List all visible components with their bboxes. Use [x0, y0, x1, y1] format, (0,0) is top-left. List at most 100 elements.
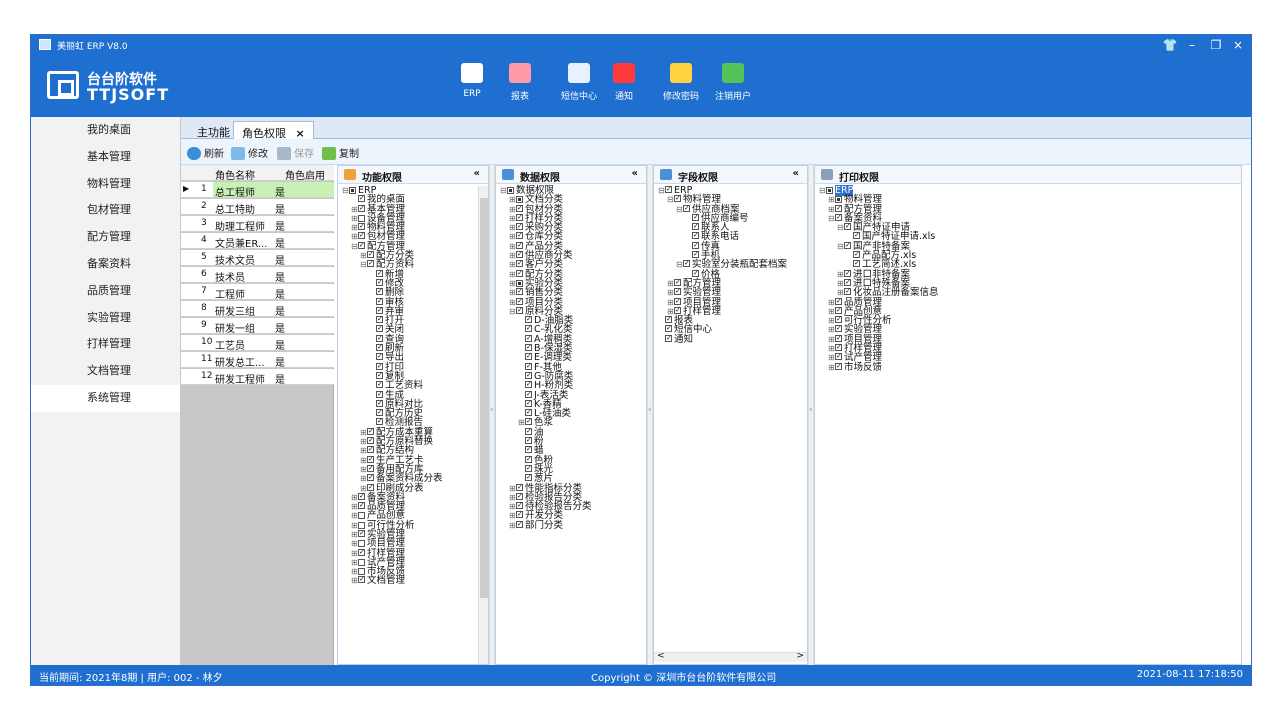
checkbox[interactable] [367, 474, 374, 482]
expand-node-icon[interactable]: ⊞ [351, 493, 358, 502]
role-enabled-cell[interactable]: 是 [275, 320, 285, 335]
expand-node-icon[interactable]: ⊞ [351, 549, 358, 558]
checkbox[interactable] [692, 269, 699, 277]
checkbox[interactable] [376, 418, 383, 426]
checkbox[interactable] [525, 437, 532, 445]
expand-node-icon[interactable]: ⊞ [351, 502, 358, 511]
checkbox[interactable] [516, 204, 523, 212]
refresh-button[interactable]: 刷新 [187, 145, 224, 160]
expand-node-icon[interactable]: ⊞ [351, 223, 358, 232]
checkbox[interactable] [665, 316, 672, 324]
sidebar-item[interactable]: 包材管理 [31, 197, 180, 224]
expand-node-icon[interactable]: ⊞ [509, 298, 516, 307]
tree-node[interactable]: 通知 [658, 335, 787, 344]
sidebar-item[interactable]: 打样管理 [31, 331, 180, 358]
tree-node[interactable]: ⊞市场反馈 [819, 362, 939, 372]
checkbox[interactable] [358, 502, 365, 510]
checkbox[interactable] [525, 409, 532, 417]
checkbox[interactable] [835, 196, 842, 204]
checkbox[interactable] [367, 446, 374, 454]
checkbox[interactable] [516, 213, 523, 221]
expand-node-icon[interactable]: ⊞ [509, 279, 516, 288]
checkbox[interactable] [683, 260, 690, 268]
table-row[interactable]: 3 助理工程师是 [181, 216, 334, 233]
tree-node[interactable]: ⊞部门分类 [500, 520, 592, 530]
sidebar-item[interactable]: 配方管理 [31, 224, 180, 251]
collapse-node-icon[interactable]: ⊟ [342, 186, 349, 195]
table-row[interactable]: 9 研发一组 是 [181, 318, 334, 335]
expand-node-icon[interactable]: ⊞ [828, 325, 835, 334]
checkbox[interactable] [516, 260, 523, 268]
collapse-node-icon[interactable]: ⊟ [837, 242, 844, 251]
checkbox[interactable] [516, 306, 523, 314]
checkbox[interactable] [835, 213, 842, 221]
checkbox[interactable] [358, 512, 365, 520]
sidebar-item[interactable]: 基本管理 [31, 144, 180, 171]
checkbox[interactable] [835, 316, 842, 324]
checkbox[interactable] [826, 187, 833, 194]
role-enabled-cell[interactable]: 是 [275, 269, 285, 284]
checkbox[interactable] [516, 297, 523, 305]
checkbox[interactable] [516, 223, 523, 231]
checkbox[interactable] [376, 269, 383, 277]
expand-node-icon[interactable]: ⊞ [509, 214, 516, 223]
header-role-name[interactable]: 角色名称 [215, 167, 255, 182]
expand-node-icon[interactable]: ⊞ [828, 298, 835, 307]
table-row[interactable]: ▶ 1 总工程师 是 [181, 182, 334, 199]
checkbox[interactable] [835, 204, 842, 212]
role-name-cell[interactable]: 技术员 [215, 269, 245, 284]
horizontal-scrollbar[interactable]: < > [654, 651, 807, 662]
collapse-icon[interactable]: « [793, 168, 799, 179]
checkbox[interactable] [525, 455, 532, 463]
role-name-cell[interactable]: 研发总工... [215, 354, 265, 369]
checkbox[interactable] [674, 297, 681, 305]
expand-node-icon[interactable]: ⊞ [518, 418, 525, 427]
expand-node-icon[interactable]: ⊞ [837, 270, 844, 279]
checkbox[interactable] [853, 260, 860, 268]
sidebar-item[interactable]: 系统管理 [31, 384, 180, 412]
expand-node-icon[interactable]: ⊞ [667, 298, 674, 307]
expand-node-icon[interactable]: ⊞ [351, 232, 358, 241]
tree-node[interactable]: 传真 [658, 242, 787, 251]
tree-node[interactable]: ⊞文档管理 [342, 576, 443, 586]
expand-node-icon[interactable]: ⊞ [509, 288, 516, 297]
checkbox[interactable] [376, 409, 383, 417]
checkbox[interactable] [835, 362, 842, 370]
tree-node[interactable]: 油 [500, 427, 592, 437]
expand-node-icon[interactable]: ⊞ [509, 260, 516, 269]
close-button[interactable]: × [1229, 37, 1247, 53]
checkbox[interactable] [358, 492, 365, 500]
collapse-node-icon[interactable]: ⊟ [658, 186, 665, 195]
checkbox[interactable] [367, 437, 374, 445]
expand-node-icon[interactable]: ⊞ [360, 428, 367, 437]
table-row[interactable]: 8 研发三组 是 [181, 301, 334, 318]
checkbox[interactable] [674, 288, 681, 296]
sidebar-item[interactable]: 备案资料 [31, 251, 180, 278]
tab-role-permission[interactable]: 角色权限 × [233, 121, 314, 140]
expand-node-icon[interactable]: ⊞ [828, 307, 835, 316]
expand-node-icon[interactable]: ⊞ [509, 195, 516, 204]
checkbox[interactable] [358, 241, 365, 249]
expand-node-icon[interactable]: ⊞ [351, 576, 358, 585]
role-name-cell[interactable]: 总工程师 [215, 184, 255, 199]
checkbox[interactable] [516, 492, 523, 500]
expand-node-icon[interactable]: ⊞ [360, 474, 367, 483]
expand-node-icon[interactable]: ⊞ [360, 465, 367, 474]
checkbox[interactable] [525, 427, 532, 435]
checkbox[interactable] [358, 558, 365, 566]
expand-node-icon[interactable]: ⊞ [360, 456, 367, 465]
expand-node-icon[interactable]: ⊞ [509, 251, 516, 260]
collapse-node-icon[interactable]: ⊟ [819, 186, 826, 195]
expand-node-icon[interactable]: ⊞ [509, 493, 516, 502]
role-enabled-cell[interactable]: 是 [275, 218, 285, 233]
expand-node-icon[interactable]: ⊞ [360, 251, 367, 260]
collapse-node-icon[interactable]: ⊟ [667, 195, 674, 204]
checkbox[interactable] [367, 251, 374, 259]
checkbox[interactable] [516, 288, 523, 296]
checkbox[interactable] [674, 278, 681, 286]
collapse-icon[interactable]: « [632, 168, 638, 179]
table-row[interactable]: 2 总工特助 是 [181, 199, 334, 216]
checkbox[interactable] [844, 241, 851, 249]
checkbox[interactable] [835, 344, 842, 352]
checkbox[interactable] [844, 288, 851, 296]
